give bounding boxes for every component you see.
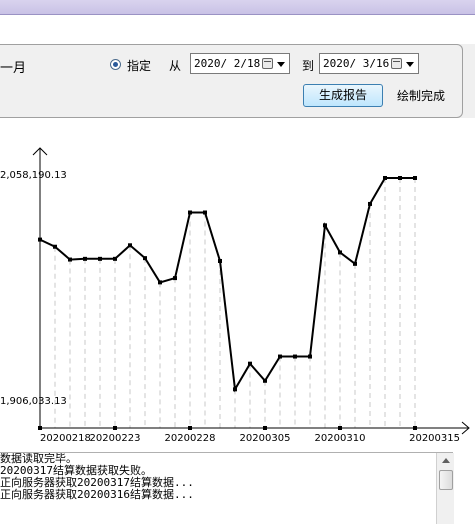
x-ticks: 2020021820200223 20200228 20200305 20200310… (38, 426, 460, 444)
data-point (53, 244, 57, 249)
data-point (383, 176, 387, 181)
chevron-down-icon[interactable] (406, 62, 414, 67)
data-point (263, 378, 267, 383)
data-points (38, 176, 417, 392)
scroll-up-arrow-icon[interactable] (437, 453, 454, 469)
scroll-thumb[interactable] (439, 470, 453, 490)
x-tick-label: 20200228 (165, 433, 216, 444)
y-tick-label-max: 2,058,190.13 (0, 170, 67, 181)
x-tick-mark (188, 426, 192, 430)
log-panel[interactable]: 数据读取完毕。 20200317结算数据获取失败。 正向服务器获取2020031… (0, 452, 453, 525)
data-point (83, 256, 87, 261)
y-tick-label-min: 1,906,033.13 (0, 396, 67, 407)
end-date-value[interactable]: 2020/ 3/16 (323, 57, 389, 70)
data-point (413, 176, 417, 181)
window-title-bar (0, 0, 475, 15)
data-point (188, 210, 192, 215)
data-point (368, 201, 372, 206)
x-tick-mark (38, 426, 42, 430)
calendar-icon[interactable] (262, 58, 273, 69)
x-tick-label: 20200310 (315, 433, 366, 444)
data-point (353, 261, 357, 266)
data-point (38, 237, 42, 242)
status-text: 绘制完成 (397, 89, 446, 103)
log-line: 正向服务器获取20200316结算数据... (0, 488, 194, 501)
data-point (128, 243, 132, 248)
data-point (233, 387, 237, 392)
x-tick-mark (113, 426, 117, 430)
series-line (39, 177, 415, 393)
data-point (293, 354, 297, 359)
data-point (173, 276, 177, 281)
month-option-label[interactable]: 一月 (0, 57, 26, 76)
data-point (338, 250, 342, 255)
x-tick-mark (338, 426, 342, 430)
x-tick-label: 20200315 (409, 433, 460, 444)
start-date-value[interactable]: 2020/ 2/18 (194, 57, 260, 70)
to-label: 到 (302, 59, 315, 73)
x-tick-label: 20200305 (240, 433, 291, 444)
data-point (248, 361, 252, 366)
from-label: 从 (169, 59, 182, 73)
x-tick-mark (413, 426, 417, 430)
drop-lines (39, 178, 416, 428)
data-point (113, 256, 117, 261)
data-point (218, 258, 222, 263)
data-point (278, 354, 282, 359)
data-point (68, 257, 72, 262)
data-point (323, 223, 327, 228)
data-point (398, 176, 402, 181)
log-scrollbar[interactable] (436, 453, 454, 524)
data-point (308, 354, 312, 359)
data-point (158, 280, 162, 285)
specify-range-radio[interactable] (110, 59, 121, 70)
chevron-down-icon[interactable] (277, 62, 285, 67)
data-point (143, 256, 147, 261)
specify-range-label[interactable]: 指定 (127, 57, 151, 74)
x-tick-label: 20200223 (90, 433, 141, 444)
end-date-picker[interactable]: 2020/ 3/16 (319, 53, 419, 74)
line-chart: 2,058,190.13 1,906,033.13 20200218202002… (0, 147, 470, 444)
data-point (203, 210, 207, 215)
generate-report-button[interactable]: 生成报告 (303, 84, 383, 107)
calendar-icon[interactable] (391, 58, 402, 69)
x-tick-mark (263, 426, 267, 430)
data-point (98, 256, 102, 261)
x-tick-label: 20200218 (40, 433, 91, 444)
start-date-picker[interactable]: 2020/ 2/18 (190, 53, 290, 74)
